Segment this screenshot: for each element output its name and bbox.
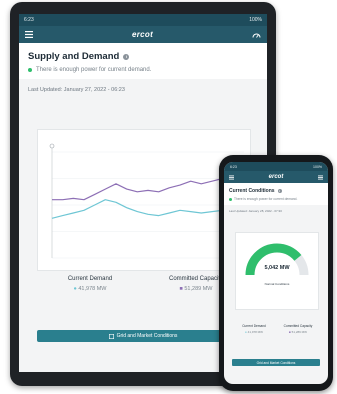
phone-nav-bar: ercot xyxy=(224,171,328,183)
phone-status-time: 6:23 xyxy=(230,164,237,169)
demand-marker-icon: ● xyxy=(73,286,77,292)
phone-current-demand-label: Current Demand xyxy=(242,324,266,328)
phone-status-battery: 100% xyxy=(313,164,322,169)
gauge-icon[interactable] xyxy=(252,32,261,38)
info-icon[interactable]: i xyxy=(277,189,282,193)
gauge-status-label: Normal Conditions xyxy=(264,282,290,286)
tablet-legend: Current Demand ● 41,978 MW Committed Cap… xyxy=(37,276,249,292)
menu-icon[interactable] xyxy=(25,31,33,38)
supply-demand-card: Supply and Demand i There is enough powe… xyxy=(19,43,267,79)
current-conditions-card: Current Conditions i There is enough pow… xyxy=(224,183,328,205)
status-ok-icon xyxy=(229,197,232,201)
phone-legend-committed-capacity: Committed Capacity ■ 51,289 MW xyxy=(276,324,320,334)
gauge-value: 5,042 MW xyxy=(264,265,290,271)
phone-committed-capacity-value-row: ■ 51,289 MW xyxy=(276,330,320,334)
current-demand-value-row: ● 41,978 MW xyxy=(37,286,143,292)
phone-screen: 6:23 100% ercot Current Conditions i The… xyxy=(224,162,328,384)
demand-marker-icon: ● xyxy=(245,330,247,334)
ercot-logo: ercot xyxy=(131,30,154,39)
supply-demand-heading: Supply and Demand i xyxy=(28,51,258,62)
phone-power-status-text: There is enough power for current demand… xyxy=(234,197,298,201)
back-menu-icon[interactable] xyxy=(229,175,234,180)
grid-icon xyxy=(108,333,114,339)
chart-series-capacity xyxy=(52,177,245,201)
grid-market-conditions-button[interactable]: Grid and Market Conditions xyxy=(37,330,249,342)
capacity-marker-icon: ■ xyxy=(289,330,291,334)
gauge-card: 5,042 MW Normal Conditions xyxy=(235,232,319,310)
tablet-status-battery: 100% xyxy=(249,17,262,23)
phone-legend-current-demand: Current Demand ● 41,978 MW xyxy=(232,324,276,334)
tablet-status-time: 6:23 xyxy=(24,17,34,23)
phone-power-status: There is enough power for current demand… xyxy=(229,197,323,201)
phone-current-demand-value-row: ● 41,978 MW xyxy=(232,330,276,334)
current-conditions-heading: Current Conditions i xyxy=(229,188,323,194)
phone-status-bar: 6:23 100% xyxy=(224,162,328,171)
grid-market-conditions-label: Grid and Market Conditions xyxy=(116,333,178,339)
phone-committed-capacity-value: 51,289 MW xyxy=(291,330,307,334)
capacity-marker-icon: ■ xyxy=(179,286,183,292)
phone-grid-market-conditions-button[interactable]: Grid and Market Conditions xyxy=(232,359,320,366)
current-demand-value: 41,978 MW xyxy=(78,286,107,292)
legend-current-demand: Current Demand ● 41,978 MW xyxy=(37,276,143,292)
chart-series-demand xyxy=(51,199,245,219)
power-status: There is enough power for current demand… xyxy=(28,67,258,73)
phone-committed-capacity-label: Committed Capacity xyxy=(283,324,313,328)
phone-last-updated: Last Updated: January 28, 2022 - 07:30 xyxy=(229,209,282,213)
phone-ercot-logo: ercot xyxy=(268,174,284,180)
phone-legend: Current Demand ● 41,978 MW Committed Cap… xyxy=(232,324,320,334)
phone-grid-market-conditions-label: Grid and Market Conditions xyxy=(256,360,296,365)
demand-gauge xyxy=(245,243,309,276)
committed-capacity-value: 51,289 MW xyxy=(184,286,213,292)
power-status-text: There is enough power for current demand… xyxy=(36,67,152,73)
tablet-nav-bar: ercot xyxy=(19,26,267,43)
phone-device: 6:23 100% ercot Current Conditions i The… xyxy=(219,155,333,391)
phone-current-demand-value: 41,978 MW xyxy=(247,330,263,334)
menu-icon[interactable] xyxy=(317,175,323,180)
tablet-status-bar: 6:23 100% xyxy=(19,14,267,26)
tablet-last-updated: Last Updated: January 27, 2022 - 06:23 xyxy=(28,87,125,93)
info-icon[interactable]: i xyxy=(123,53,130,60)
current-conditions-title: Current Conditions xyxy=(229,188,275,194)
chart-cursor-handle[interactable] xyxy=(49,143,55,149)
supply-demand-title: Supply and Demand xyxy=(28,51,120,62)
current-demand-label: Current Demand xyxy=(67,276,113,282)
status-ok-icon xyxy=(28,68,32,72)
